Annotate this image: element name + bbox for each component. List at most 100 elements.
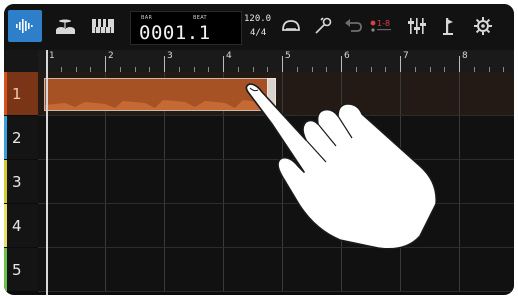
bar-gridline bbox=[105, 160, 106, 203]
track-number-button[interactable]: 2 bbox=[4, 116, 38, 159]
track-number-label: 2 bbox=[12, 128, 22, 147]
track-color-strip bbox=[4, 160, 7, 203]
bar-gridline bbox=[400, 204, 401, 247]
mixer-icon bbox=[408, 18, 426, 34]
bar-gridline bbox=[400, 116, 401, 159]
drum-pad-button[interactable] bbox=[48, 10, 82, 42]
mixer-button[interactable] bbox=[400, 10, 434, 42]
bar-gridline bbox=[223, 204, 224, 247]
ruler-bar-number: 5 bbox=[285, 51, 291, 61]
ruler-bar-number: 3 bbox=[167, 51, 173, 61]
time-signature: 4/4 bbox=[250, 28, 267, 38]
bar-gridline bbox=[164, 116, 165, 159]
track-number-button[interactable]: 1 bbox=[4, 72, 38, 115]
track-color-strip bbox=[4, 204, 7, 247]
counter-beat-label: BEAT bbox=[193, 15, 207, 21]
playhead[interactable] bbox=[46, 50, 48, 295]
ruler-bar-number: 7 bbox=[403, 51, 409, 61]
ruler-bar-tick bbox=[341, 56, 342, 72]
track-list: 1 2 3 4 5 bbox=[4, 72, 514, 295]
ruler-bar-number: 1 bbox=[49, 51, 55, 61]
bar-gridline bbox=[341, 248, 342, 291]
track-number-label: 4 bbox=[12, 216, 22, 235]
counter-value: 0001.1 bbox=[139, 22, 211, 44]
track-lane[interactable] bbox=[38, 160, 514, 204]
bar-gridline bbox=[282, 204, 283, 247]
ruler-bar-tick bbox=[459, 56, 460, 72]
bar-gridline bbox=[459, 160, 460, 203]
waveform-icon bbox=[16, 19, 33, 33]
piano-icon bbox=[92, 19, 114, 33]
bar-gridline bbox=[400, 248, 401, 291]
track-number-label: 3 bbox=[12, 172, 22, 191]
ruler-bar-number: 4 bbox=[226, 51, 232, 61]
bar-gridline bbox=[105, 204, 106, 247]
bar-gridline bbox=[400, 72, 401, 115]
drums-icon bbox=[56, 19, 75, 34]
track-row[interactable]: 2 bbox=[4, 116, 514, 160]
audio-region[interactable] bbox=[44, 78, 276, 111]
bar-gridline bbox=[282, 160, 283, 203]
bar-gridline bbox=[105, 248, 106, 291]
track-number-button[interactable]: 4 bbox=[4, 204, 38, 247]
ruler-bar-tick bbox=[105, 56, 106, 72]
track-number-button[interactable]: 3 bbox=[4, 160, 38, 203]
bar-gridline bbox=[223, 248, 224, 291]
track-number-label: 5 bbox=[12, 260, 22, 279]
ruler-bar-tick bbox=[223, 56, 224, 72]
track-view-button[interactable] bbox=[8, 10, 42, 42]
track-row[interactable]: 3 bbox=[4, 160, 514, 204]
bar-gridline bbox=[164, 204, 165, 247]
track-lane[interactable] bbox=[38, 72, 514, 116]
bar-gridline bbox=[341, 116, 342, 159]
bar-gridline bbox=[223, 116, 224, 159]
region-waveform bbox=[45, 100, 267, 110]
ruler-bar-number: 6 bbox=[344, 51, 350, 61]
tempo-value: 120.0 bbox=[244, 14, 272, 24]
track-row[interactable]: 5 bbox=[4, 248, 514, 292]
bar-gridline bbox=[459, 116, 460, 159]
bar-gridline bbox=[105, 116, 106, 159]
track-range-icon: 1-8 bbox=[370, 19, 391, 32]
track-number-button[interactable]: 5 bbox=[4, 248, 38, 291]
keyboard-button[interactable] bbox=[86, 10, 120, 42]
track-row[interactable]: 4 bbox=[4, 204, 514, 248]
track-lane[interactable] bbox=[38, 204, 514, 248]
metronome-icon bbox=[443, 18, 453, 35]
bar-gridline bbox=[341, 160, 342, 203]
timeline-ruler[interactable]: 1 2 3 4 5 6 7 8 bbox=[38, 50, 514, 73]
bar-gridline bbox=[341, 204, 342, 247]
toolbar: BAR BEAT 0001.1 120.0 4/4 1-8 bbox=[4, 4, 514, 50]
loop-icon bbox=[282, 20, 300, 31]
track-color-strip bbox=[4, 248, 7, 291]
device-screen: BAR BEAT 0001.1 120.0 4/4 1-8 1 2 3 4 5 … bbox=[4, 4, 514, 295]
metronome-button[interactable] bbox=[432, 10, 466, 42]
bar-gridline bbox=[341, 72, 342, 115]
bar-gridline bbox=[400, 160, 401, 203]
effect-button[interactable] bbox=[306, 10, 340, 42]
position-counter[interactable]: BAR BEAT 0001.1 bbox=[130, 11, 242, 45]
loop-button[interactable] bbox=[274, 10, 308, 42]
settings-button[interactable] bbox=[466, 10, 500, 42]
track-row[interactable]: 1 bbox=[4, 72, 514, 116]
region-resize-handle[interactable] bbox=[267, 78, 276, 111]
gear-icon bbox=[474, 17, 492, 35]
track-range-text: 1-8 bbox=[377, 19, 390, 28]
track-lane[interactable] bbox=[38, 116, 514, 160]
bar-gridline bbox=[459, 248, 460, 291]
ruler-bar-tick bbox=[164, 56, 165, 72]
bar-gridline bbox=[282, 72, 283, 115]
bar-gridline bbox=[459, 204, 460, 247]
ruler-bar-tick bbox=[400, 56, 401, 72]
tracks-range-button[interactable]: 1-8 bbox=[364, 10, 398, 42]
undo-icon bbox=[345, 19, 362, 32]
track-number-label: 1 bbox=[12, 84, 22, 103]
track-color-strip bbox=[4, 116, 7, 159]
ruler-bar-number: 2 bbox=[108, 51, 114, 61]
ruler-corner bbox=[4, 50, 38, 72]
track-lane[interactable] bbox=[38, 248, 514, 292]
ruler-bar-tick bbox=[282, 56, 283, 72]
bar-gridline bbox=[459, 72, 460, 115]
bar-gridline bbox=[164, 248, 165, 291]
tempo-display[interactable]: 120.0 4/4 bbox=[242, 12, 272, 42]
